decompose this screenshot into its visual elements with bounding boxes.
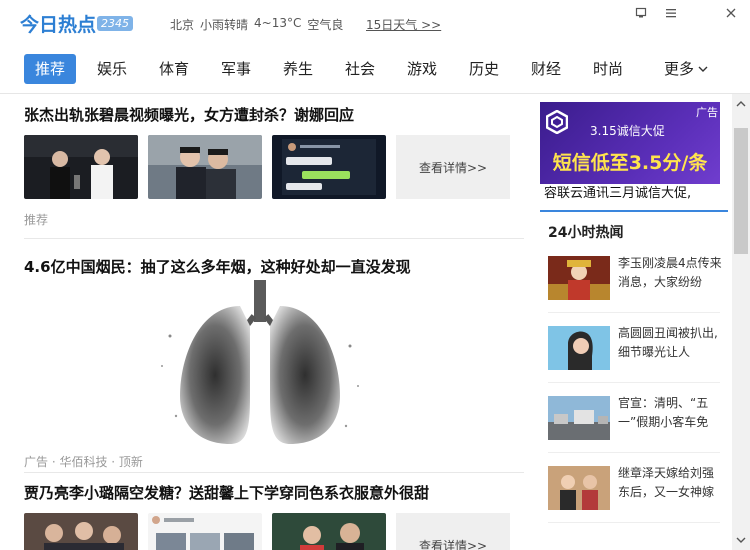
chevron-down-icon	[698, 66, 708, 72]
tab-society[interactable]: 社会	[338, 54, 382, 84]
app-logo[interactable]: 今日热点 2345	[20, 10, 134, 36]
article-title[interactable]: 贾乃亮李小璐隔空发糖？送甜馨上下学穿同色系衣服意外很甜	[24, 482, 429, 503]
view-details-button[interactable]: 查看详情>>	[396, 513, 510, 550]
article-thumbnail[interactable]	[24, 513, 138, 550]
logo-text: 今日热点	[20, 13, 97, 36]
tab-entertainment[interactable]: 娱乐	[90, 54, 134, 84]
scroll-down-icon[interactable]	[732, 532, 750, 548]
divider	[548, 382, 720, 383]
hot-news-item[interactable]: 高圆圆丑闻被扒出, 细节曝光让人	[548, 324, 720, 372]
sms-ad-banner[interactable]: 广告 3.15诚信大促 短信低至3.5分/条 容联云通讯三月诚信大促,	[540, 102, 720, 202]
lungs-image[interactable]	[140, 276, 380, 446]
article-thumbnail[interactable]	[24, 135, 138, 199]
hot-news-image	[548, 466, 610, 510]
forecast-link[interactable]: 15日天气 >>	[366, 16, 441, 33]
more-tabs-button[interactable]: 更多	[664, 54, 708, 84]
hot-news-text: 官宣：清明、“五一”假期小客车免	[618, 396, 709, 429]
weather-condition: 小雨转晴	[200, 18, 249, 32]
divider	[548, 522, 720, 523]
scroll-thumb[interactable]	[734, 128, 748, 254]
more-label: 更多	[664, 60, 695, 78]
divider	[24, 238, 524, 239]
menu-icon[interactable]	[660, 4, 682, 22]
tab-sports[interactable]: 体育	[152, 54, 196, 84]
hot-news-image	[548, 396, 610, 440]
tab-games[interactable]: 游戏	[400, 54, 444, 84]
hot-news-text: 高圆圆丑闻被扒出, 细节曝光让人	[618, 326, 718, 359]
category-nav: 推荐 娱乐 体育 军事 养生 社会 游戏 历史 财经 时尚 更多	[0, 46, 750, 94]
article-thumbnail[interactable]	[148, 135, 262, 199]
article-source: 推荐	[24, 213, 49, 227]
logo-number: 2345	[97, 15, 134, 31]
section-divider	[540, 210, 728, 212]
tab-finance[interactable]: 财经	[524, 54, 568, 84]
article-thumbnail[interactable]	[272, 135, 386, 199]
divider	[24, 472, 524, 473]
ad-source: 广告 · 华佰科技 · 顶新	[24, 455, 143, 469]
ad-brand-logo-icon	[545, 109, 569, 138]
ad-article-title[interactable]: 4.6亿中国烟民：抽了这么多年烟，这种好处却一直没发现	[24, 256, 411, 277]
scroll-up-icon[interactable]	[732, 96, 750, 112]
tab-military[interactable]: 军事	[214, 54, 258, 84]
tab-fashion[interactable]: 时尚	[586, 54, 630, 84]
pin-icon[interactable]	[630, 4, 652, 22]
close-icon[interactable]	[720, 4, 742, 22]
hot-news-item[interactable]: 继章泽天嫁给刘强东后，又一女神嫁	[548, 464, 720, 512]
article-title[interactable]: 张杰出轨张碧晨视频曝光，女方遭封杀？谢娜回应	[24, 104, 354, 125]
vertical-scrollbar[interactable]	[732, 94, 750, 550]
weather-city: 北京	[170, 18, 195, 32]
article-thumbnail[interactable]	[148, 513, 262, 550]
hot-news-image	[548, 326, 610, 370]
top-bar: 今日热点 2345 北京 小雨转晴 4~13°C 空气良 15日天气 >>	[0, 0, 750, 46]
hot-news-heading: 24小时热闻	[548, 225, 624, 241]
ad-headline: 3.15诚信大促	[590, 124, 665, 138]
weather-air-quality: 空气良	[307, 18, 344, 32]
weather-temperature: 4~13°C	[254, 16, 302, 30]
weather-info: 北京 小雨转晴 4~13°C 空气良	[170, 16, 343, 33]
app-window: 今日热点 2345 北京 小雨转晴 4~13°C 空气良 15日天气 >> 推荐…	[0, 0, 750, 550]
ad-offer: 短信低至3.5分/条	[552, 152, 708, 174]
divider	[548, 452, 720, 453]
hot-news-text: 继章泽天嫁给刘强东后，又一女神嫁	[618, 466, 715, 499]
tab-recommend[interactable]: 推荐	[24, 54, 76, 84]
hot-news-image	[548, 256, 610, 300]
hot-news-text: 李玉刚凌晨4点传来消息，大家纷纷	[618, 256, 722, 289]
article-thumbnail[interactable]	[272, 513, 386, 550]
hot-news-item[interactable]: 官宣：清明、“五一”假期小客车免	[548, 394, 720, 442]
view-details-button[interactable]: 查看详情>>	[396, 135, 510, 199]
ad-caption: 容联云通讯三月诚信大促,	[544, 186, 692, 201]
tab-history[interactable]: 历史	[462, 54, 506, 84]
tab-health[interactable]: 养生	[276, 54, 320, 84]
ad-tag: 广告	[696, 106, 718, 119]
divider	[548, 312, 720, 313]
hot-news-item[interactable]: 李玉刚凌晨4点传来消息，大家纷纷	[548, 254, 722, 302]
